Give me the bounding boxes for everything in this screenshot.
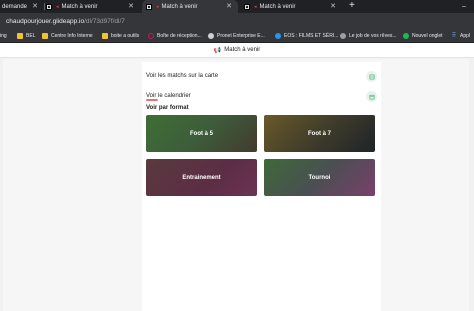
folder-icon: [42, 32, 48, 39]
section-title: Voir par format: [146, 105, 189, 111]
close-icon[interactable]: ✕: [330, 2, 336, 10]
tab-label: demande: [2, 3, 28, 10]
bookmark-item[interactable]: EOS : FILMS ET SÉRI...: [275, 29, 338, 42]
favicon-icon: [146, 3, 152, 10]
bookmark-item[interactable]: Pronet Enterprise E...: [208, 29, 265, 42]
megaphone-icon: 📢: [213, 47, 222, 54]
bookmark-label: boite a outils: [111, 32, 140, 39]
tab-match-1[interactable]: ◂ Match à venir ✕: [46, 0, 140, 13]
bookmark-item[interactable]: ing: [0, 29, 7, 42]
tile-foot-5[interactable]: Foot à 5: [146, 115, 257, 152]
app-header: 📢 Match à venir: [0, 43, 474, 58]
bookmark-label: ing: [0, 32, 7, 39]
url-text[interactable]: chaudpourjouer.glideapp.io/dl/73d97f/dl/…: [6, 18, 125, 25]
close-icon[interactable]: ✕: [32, 2, 38, 10]
close-icon[interactable]: ✕: [128, 2, 134, 10]
tile-label: Tournoi: [308, 174, 331, 181]
close-icon[interactable]: ✕: [226, 2, 232, 10]
tile-entrainement[interactable]: Entrainement: [146, 159, 257, 196]
bookmark-label: Pronet Enterprise E...: [217, 32, 265, 39]
calendar-button[interactable]: [366, 91, 377, 102]
mail-icon: [148, 32, 154, 39]
site-icon: [340, 32, 346, 39]
apps-icon: ⠿: [451, 33, 457, 39]
bookmark-item[interactable]: BEL: [17, 29, 35, 42]
tab-strip: demande ✕ ◂ Match à venir ✕ ◂ Match à ve…: [0, 0, 474, 13]
favicon-icon: [244, 3, 250, 10]
bookmarks-bar: ing BEL Centre Info Interne boite a outi…: [0, 29, 474, 43]
bookmark-label: Centre Info Interne: [51, 32, 93, 39]
tile-tournoi[interactable]: Tournoi: [264, 159, 375, 196]
bookmark-item[interactable]: ⠿ Appl: [451, 29, 470, 42]
favicon-icon: [46, 3, 52, 10]
playing-icon: ◂: [254, 3, 257, 10]
map-icon: [369, 74, 374, 79]
main-card: Voir les matchs sur la carte Voir le cal…: [142, 62, 381, 311]
bookmark-item[interactable]: Nouvel onglet: [403, 29, 443, 42]
url-domain: chaudpourjouer.glideapp.io: [6, 17, 85, 25]
calendar-icon: [369, 94, 374, 99]
content-area: Voir les matchs sur la carte Voir le cal…: [3, 59, 469, 311]
bookmark-label: BEL: [26, 32, 36, 39]
bookmark-label: Boîte de réception...: [157, 32, 202, 39]
folder-icon: [17, 32, 23, 39]
address-bar[interactable]: chaudpourjouer.glideapp.io/dl/73d97f/dl/…: [0, 13, 474, 29]
bookmark-item[interactable]: Le job de vos rêves...: [340, 29, 397, 42]
folder-icon: [102, 32, 108, 39]
bookmark-item[interactable]: boite a outils: [102, 29, 139, 42]
tab-label: Match à venir: [61, 3, 98, 10]
playing-icon: ◂: [56, 3, 59, 10]
playing-icon: ◂: [156, 3, 159, 10]
tile-label: Entrainement: [182, 174, 221, 181]
tab-demande[interactable]: demande ✕: [0, 0, 44, 13]
new-tab-button[interactable]: +: [349, 0, 355, 13]
map-link[interactable]: Voir les matchs sur la carte: [146, 73, 218, 79]
map-button[interactable]: [366, 71, 377, 82]
bookmark-item[interactable]: Boîte de réception...: [148, 29, 202, 42]
active-underline: [146, 99, 158, 101]
tile-foot-7[interactable]: Foot à 7: [264, 115, 375, 152]
bookmark-label: Le job de vos rêves...: [349, 32, 397, 39]
site-icon: [275, 32, 281, 39]
page-title: Match à venir: [224, 47, 261, 53]
tab-match-3[interactable]: ◂ Match à venir ✕: [242, 0, 342, 13]
tab-label: Match à venir: [259, 3, 296, 10]
tab-label: Match à venir: [161, 3, 198, 10]
url-path: /dl/73d97f/dl/7: [84, 17, 125, 25]
spotify-icon: [403, 32, 409, 39]
bookmark-label: Appl: [460, 32, 471, 39]
tile-label: Foot à 5: [189, 130, 213, 137]
tab-match-2[interactable]: ◂ Match à venir ✕: [142, 0, 238, 13]
bookmark-label: Nouvel onglet: [412, 32, 443, 39]
tile-label: Foot à 7: [307, 130, 331, 137]
bookmark-item[interactable]: Centre Info Interne: [42, 29, 93, 42]
site-icon: [208, 32, 214, 39]
minimize-button[interactable]: –: [462, 0, 466, 13]
bookmark-label: EOS : FILMS ET SÉRI...: [284, 32, 339, 39]
